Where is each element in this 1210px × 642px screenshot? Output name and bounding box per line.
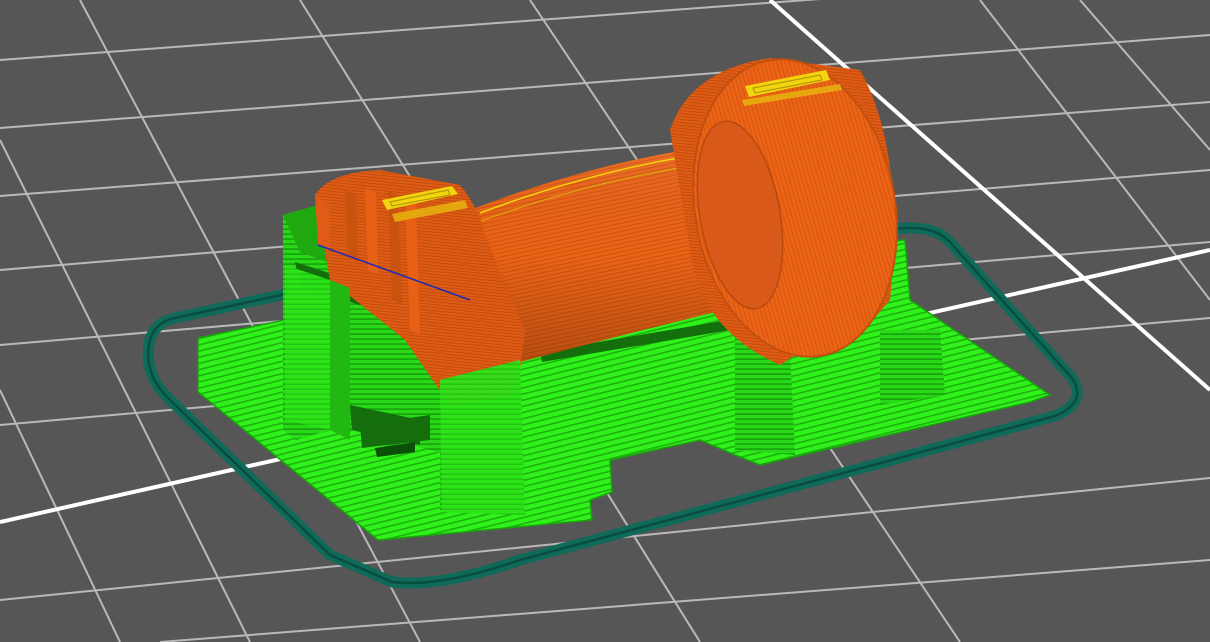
3d-viewport[interactable] xyxy=(0,0,1210,642)
scene-canvas[interactable] xyxy=(0,0,1210,642)
